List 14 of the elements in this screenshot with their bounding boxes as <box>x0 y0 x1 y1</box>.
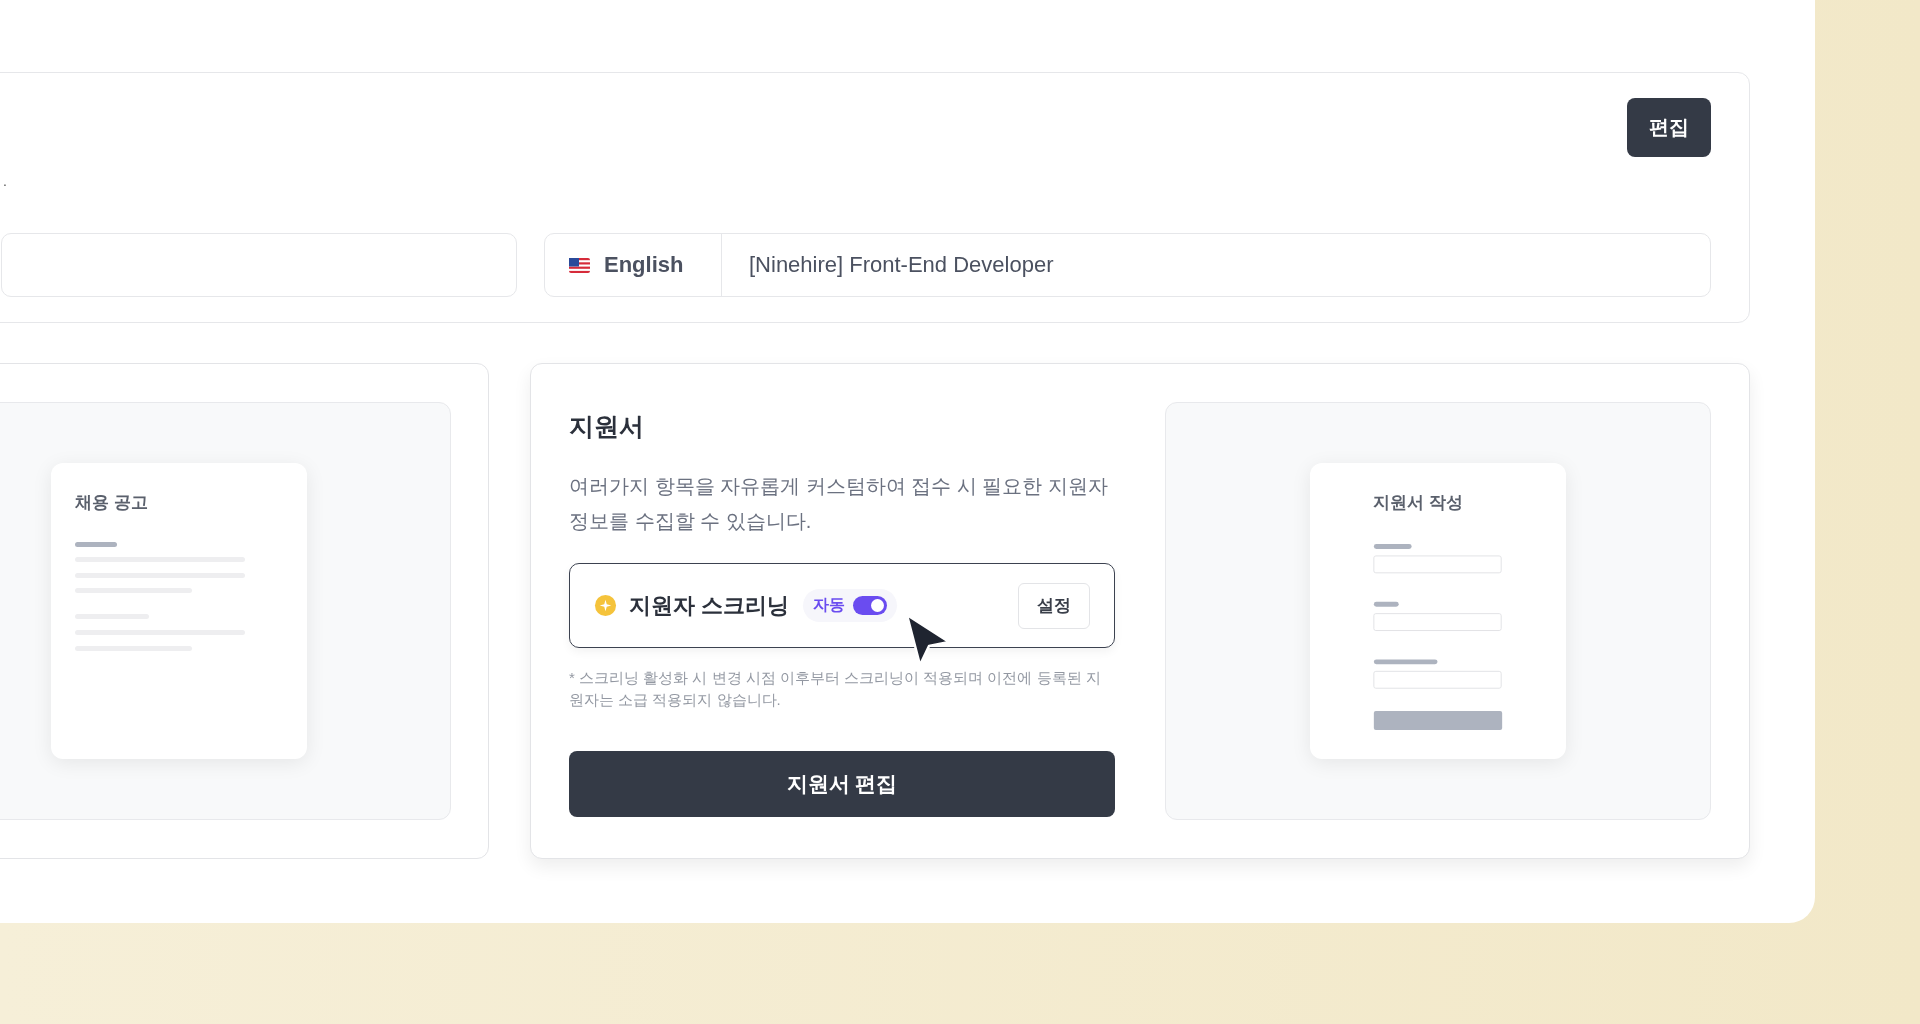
screening-label: 지원자 스크리닝 <box>629 591 790 620</box>
preview-title: 지원서 작성 <box>1373 492 1464 514</box>
title-field[interactable]: English [Ninehire] Front-End Developer <box>544 233 1711 297</box>
edit-button[interactable]: 편집 <box>1627 98 1711 157</box>
note-text: * 스크리닝 활성화 시 변경 시점 이후부터 스크리닝이 적용되며 이전에 등록된 지원자는 소급 적용되지 않습니다. <box>569 668 1102 710</box>
description-text: . <box>3 173 7 189</box>
settings-button[interactable]: 설정 <box>1018 582 1090 629</box>
preview-title: 채용 공고 <box>75 492 149 514</box>
card-title: 지원서 <box>569 411 645 442</box>
toggle-label: 자동 <box>813 595 846 615</box>
edit-form-button[interactable]: 지원서 편집 <box>569 751 1115 817</box>
title-value: [Ninehire] Front-End Developer <box>749 252 1054 278</box>
language-selector[interactable]: English <box>545 234 722 296</box>
card-description: 여러가지 항목을 자유롭게 커스텀하여 접수 시 필요한 지원자 정보를 수집할 수 있습니다. <box>569 474 1109 534</box>
